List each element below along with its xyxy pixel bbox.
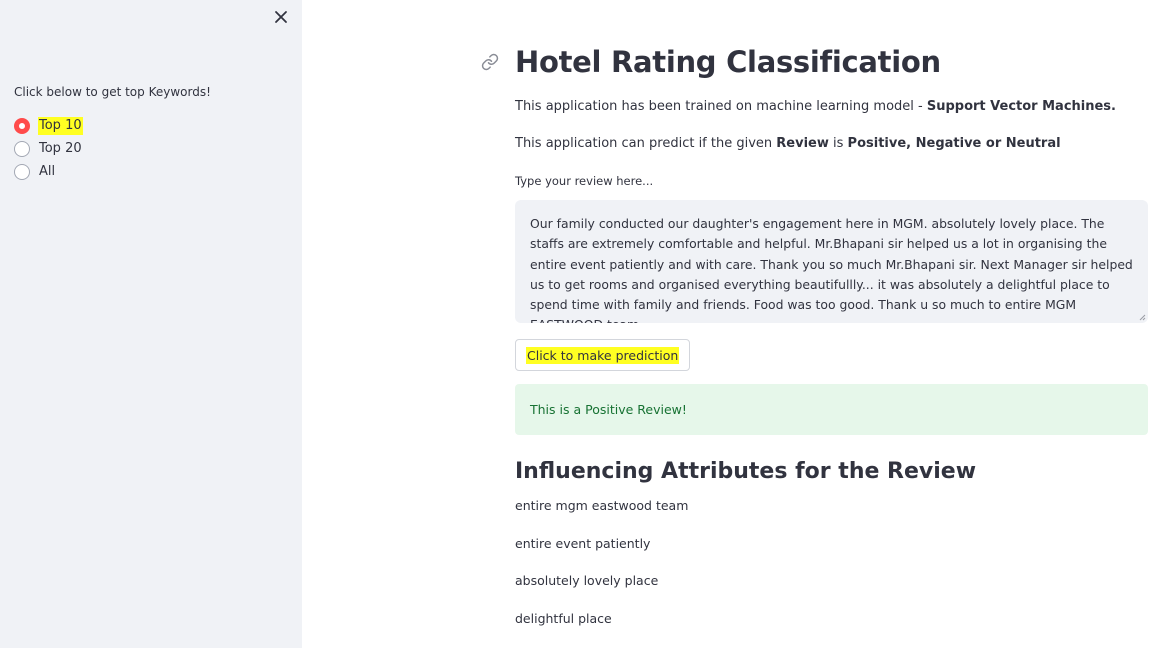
radio-button-selected[interactable] bbox=[14, 117, 30, 134]
predict-prefix: This application can predict if the give… bbox=[515, 136, 777, 151]
prediction-result-alert: This is a Positive Review! bbox=[515, 384, 1148, 435]
main-content: Hotel Rating Classification This applica… bbox=[515, 42, 1148, 645]
prediction-result-text: This is a Positive Review! bbox=[530, 402, 687, 417]
link-icon bbox=[481, 53, 499, 71]
intro-prefix: This application has been trained on mac… bbox=[515, 99, 927, 114]
attribute-item: delightful place bbox=[515, 610, 612, 626]
radio-button[interactable] bbox=[14, 163, 30, 180]
is-word: is bbox=[828, 136, 848, 151]
model-name: Support Vector Machines. bbox=[926, 99, 1116, 114]
radio-button[interactable] bbox=[14, 140, 30, 157]
predict-button[interactable]: Click to make prediction bbox=[515, 339, 691, 371]
resize-grip-icon[interactable] bbox=[1139, 314, 1146, 321]
sidebar: Click below to get top Keywords! Top 10 … bbox=[0, 0, 302, 648]
review-input-label: Type your review here... bbox=[515, 174, 654, 188]
attributes-list: entire mgm eastwood team entire event pa… bbox=[515, 495, 1148, 645]
review-text: Our family conducted our daughter's enga… bbox=[530, 216, 1133, 323]
radio-label: Top 20 bbox=[39, 140, 82, 156]
predict-button-label: Click to make prediction bbox=[526, 346, 680, 364]
review-word: Review bbox=[776, 136, 829, 151]
attribute-item: absolutely lovely place bbox=[515, 573, 659, 588]
radio-label: Top 10 bbox=[38, 116, 83, 135]
radio-option-all[interactable]: All bbox=[14, 160, 83, 183]
sidebar-prompt: Click below to get top Keywords! bbox=[14, 85, 211, 99]
radio-option-top-10[interactable]: Top 10 bbox=[14, 114, 83, 137]
keyword-radio-group: Top 10 Top 20 All bbox=[14, 114, 83, 183]
radio-option-top-20[interactable]: Top 20 bbox=[14, 137, 83, 160]
title-anchor-link[interactable] bbox=[481, 53, 499, 71]
attribute-item: entire event patiently bbox=[515, 535, 651, 551]
intro-text: This application has been trained on mac… bbox=[515, 98, 1148, 116]
sentiment-classes: Positive, Negative or Neutral bbox=[847, 136, 1061, 151]
close-sidebar-button[interactable] bbox=[272, 8, 290, 26]
page-title: Hotel Rating Classification bbox=[515, 45, 941, 79]
close-icon bbox=[275, 11, 287, 23]
predict-description: This application can predict if the give… bbox=[515, 135, 1148, 153]
radio-label: All bbox=[39, 163, 56, 179]
review-textarea[interactable]: Our family conducted our daughter's enga… bbox=[515, 200, 1148, 323]
attributes-heading: Influencing Attributes for the Review bbox=[515, 459, 977, 484]
attribute-item: entire mgm eastwood team bbox=[515, 498, 689, 513]
